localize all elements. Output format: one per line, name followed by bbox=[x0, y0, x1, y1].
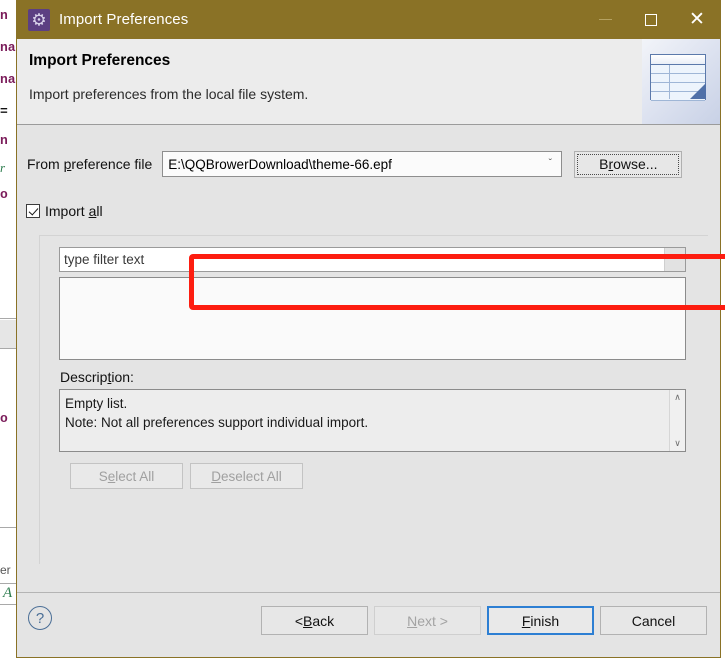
label-pre: From bbox=[27, 156, 64, 172]
preferences-tree-list[interactable] bbox=[59, 277, 686, 360]
background-code-fragment: = bbox=[0, 104, 8, 119]
background-code-fragment: n bbox=[0, 133, 8, 148]
background-code-fragment: na bbox=[0, 72, 16, 87]
import-all-checkbox[interactable]: Import all bbox=[26, 203, 103, 219]
btn-mnemonic: e bbox=[107, 468, 116, 484]
filter-clear-button[interactable] bbox=[664, 248, 685, 271]
background-divider bbox=[0, 318, 16, 319]
background-code-fragment: o bbox=[0, 411, 8, 426]
gear-icon: ⚙ bbox=[28, 8, 50, 31]
description-line-2: Note: Not all preferences support indivi… bbox=[65, 415, 369, 430]
close-button[interactable]: ✕ bbox=[674, 0, 720, 39]
btn-post: eselect All bbox=[220, 468, 282, 484]
import-preferences-dialog: ⚙ Import Preferences ✕ Import Preference… bbox=[16, 0, 725, 658]
browse-pre: B bbox=[599, 156, 609, 172]
preferences-selection-group: type filter text Description: Empty list… bbox=[39, 235, 708, 564]
background-divider bbox=[0, 348, 16, 349]
btn-pre: < bbox=[294, 612, 304, 629]
background-label-er: er bbox=[0, 563, 11, 577]
preference-file-label: From preference file bbox=[27, 156, 152, 172]
btn-post: lect All bbox=[115, 468, 155, 484]
dialog-footer: ? < Back Next > Finish Cancel bbox=[17, 592, 720, 657]
minimize-button[interactable] bbox=[582, 0, 628, 39]
background-divider bbox=[0, 583, 16, 584]
page-subtitle: Import preferences from the local file s… bbox=[29, 86, 309, 102]
background-code-fragment: r bbox=[0, 160, 6, 175]
background-label-a: A bbox=[3, 585, 13, 601]
filter-placeholder[interactable]: type filter text bbox=[60, 252, 664, 267]
label-pre: Import bbox=[45, 203, 89, 219]
btn-mnemonic: N bbox=[407, 612, 418, 629]
cancel-button[interactable]: Cancel bbox=[600, 606, 707, 635]
finish-button[interactable]: Finish bbox=[487, 606, 594, 635]
import-all-label: Import all bbox=[45, 203, 103, 219]
next-button: Next > bbox=[374, 606, 481, 635]
dialog-title: Import Preferences bbox=[59, 11, 189, 28]
chevron-down-icon[interactable]: ˇ bbox=[539, 159, 561, 169]
description-text: Empty list. Note: Not all preferences su… bbox=[60, 390, 669, 451]
description-line-1: Empty list. bbox=[65, 396, 128, 411]
btn-post: ack bbox=[312, 612, 335, 629]
description-box: Empty list. Note: Not all preferences su… bbox=[59, 389, 686, 452]
background-code-fragment: na bbox=[0, 40, 16, 55]
filter-input[interactable]: type filter text bbox=[59, 247, 686, 272]
preference-file-row: From preference file E:\QQBrowerDownload… bbox=[27, 150, 712, 178]
help-icon[interactable]: ? bbox=[28, 606, 52, 630]
btn-post: ext > bbox=[417, 612, 448, 629]
label-post: ion: bbox=[111, 369, 134, 385]
spreadsheet-icon bbox=[642, 39, 720, 124]
btn-pre: S bbox=[98, 468, 108, 484]
background-strip-upper bbox=[0, 320, 16, 348]
maximize-button[interactable] bbox=[628, 0, 674, 39]
btn-mnemonic: D bbox=[211, 468, 221, 484]
footer-buttons: < Back Next > Finish Cancel bbox=[255, 606, 707, 635]
btn-mnemonic: B bbox=[303, 612, 313, 629]
browse-button[interactable]: Br owse... bbox=[574, 150, 683, 178]
deselect-all-button[interactable]: Deselect All bbox=[190, 463, 303, 489]
background-code-fragment: n bbox=[0, 8, 8, 23]
label-post: ll bbox=[96, 203, 103, 219]
background-divider bbox=[0, 604, 16, 605]
btn-post: inish bbox=[530, 612, 560, 629]
checkbox-indicator[interactable] bbox=[26, 204, 40, 218]
selection-buttons: Se lect All Deselect All bbox=[70, 463, 303, 489]
description-scrollbar[interactable]: ∧ ∨ bbox=[669, 390, 685, 451]
preference-file-combobox[interactable]: E:\QQBrowerDownload\theme-66.epf ˇ bbox=[162, 151, 563, 177]
description-label: Description: bbox=[60, 369, 134, 385]
preference-file-input[interactable]: E:\QQBrowerDownload\theme-66.epf bbox=[163, 157, 539, 172]
scroll-down-icon[interactable]: ∨ bbox=[674, 438, 681, 449]
back-button[interactable]: < Back bbox=[261, 606, 368, 635]
background-code-fragment: o bbox=[0, 187, 8, 202]
dialog-body: From preference file E:\QQBrowerDownload… bbox=[17, 125, 725, 592]
background-strip-mid bbox=[0, 348, 16, 528]
page-title: Import Preferences bbox=[29, 52, 171, 69]
label-post: reference file bbox=[71, 156, 153, 172]
dialog-header-banner: Import Preferences Import preferences fr… bbox=[17, 39, 720, 125]
browse-post: owse... bbox=[613, 156, 658, 172]
select-all-button[interactable]: Se lect All bbox=[70, 463, 183, 489]
scroll-up-icon[interactable]: ∧ bbox=[674, 392, 681, 403]
label-pre: Descrip bbox=[60, 369, 108, 385]
btn-mnemonic: F bbox=[521, 612, 531, 629]
browse-mnemonic: r bbox=[608, 156, 614, 172]
background-divider bbox=[0, 527, 16, 528]
dialog-titlebar[interactable]: ⚙ Import Preferences ✕ bbox=[17, 0, 720, 39]
